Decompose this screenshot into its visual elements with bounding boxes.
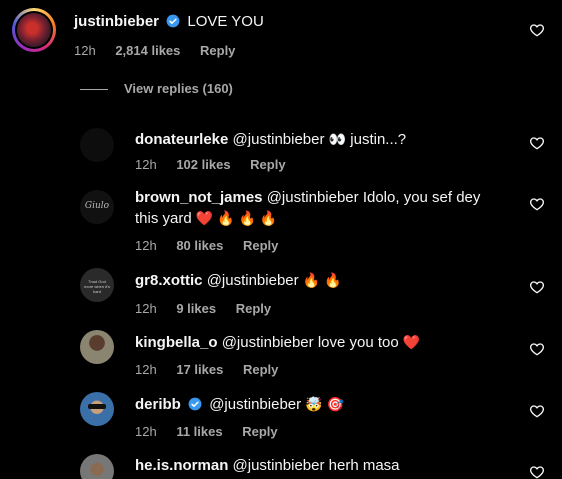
main-meta: 12h 2,814 likes Reply	[74, 43, 251, 59]
reply-text: deribb @justinbieber 🤯 🎯	[135, 394, 344, 415]
avatar[interactable]: Giulo	[80, 190, 114, 224]
reply-comment: Trust God more when it's hard gr8.xottic…	[0, 262, 562, 322]
heart-fire-emojis: ❤️ 🔥 🔥 🔥	[195, 210, 278, 226]
mention-link[interactable]: @justinbieber	[222, 334, 314, 351]
reply-button[interactable]: Reply	[243, 238, 278, 253]
main-username[interactable]: justinbieber	[74, 13, 159, 30]
mention-link[interactable]: @justinbieber	[267, 189, 359, 206]
reply-button[interactable]: Reply	[250, 157, 285, 172]
red-heart-emoji: ❤️	[402, 334, 421, 350]
mention-link[interactable]: @justinbieber	[209, 396, 301, 413]
reply-comment: deribb @justinbieber 🤯 🎯 12h 11 likes Re…	[0, 386, 562, 446]
main-comment: justinbieber LOVE YOU 12h 2,814 likes Re…	[0, 0, 562, 75]
reply-comment: he.is.norman @justinbieber herh masa	[0, 448, 562, 479]
verified-badge-icon	[166, 14, 180, 28]
reply-username[interactable]: he.is.norman	[135, 457, 228, 474]
reply-text: gr8.xottic @justinbieber 🔥 🔥	[135, 270, 342, 291]
mindblown-target-emojis: 🤯 🎯	[305, 396, 345, 412]
reply-text: donateurleke @justinbieber 👀 justin...?	[135, 131, 407, 148]
heart-outline-icon[interactable]	[529, 403, 545, 419]
reply-meta: 12h 102 likes Reply	[135, 157, 286, 172]
reply-comment: donateurleke @justinbieber 👀 justin...? …	[0, 120, 562, 180]
heart-outline-icon[interactable]	[529, 135, 545, 151]
heart-outline-icon[interactable]	[529, 279, 545, 295]
reply-text: he.is.norman @justinbieber herh masa	[135, 457, 400, 474]
reply-username[interactable]: brown_not_james	[135, 189, 263, 206]
heart-outline-icon[interactable]	[529, 464, 545, 479]
mention-link[interactable]: @justinbieber	[233, 457, 325, 474]
reply-username[interactable]: kingbella_o	[135, 334, 218, 351]
view-replies-button[interactable]: View replies (160)	[80, 81, 233, 96]
reply-meta: 12h 17 likes Reply	[135, 362, 279, 377]
reply-meta: 12h 9 likes Reply	[135, 301, 272, 316]
avatar[interactable]: Trust God more when it's hard	[80, 268, 114, 302]
heart-outline-icon[interactable]	[529, 341, 545, 357]
eyes-emoji: 👀	[328, 131, 347, 147]
avatar-text: Trust God more when it's hard	[84, 279, 110, 294]
avatar[interactable]	[80, 128, 114, 162]
avatar[interactable]	[80, 392, 114, 426]
reply-text-cont: this yard ❤️ 🔥 🔥 🔥	[135, 210, 278, 227]
likes-count[interactable]: 2,814 likes	[115, 43, 180, 58]
fire-emojis: 🔥 🔥	[302, 272, 342, 288]
reply-meta: 12h 80 likes Reply	[135, 238, 279, 253]
reply-username[interactable]: gr8.xottic	[135, 272, 203, 289]
mention-link[interactable]: @justinbieber	[233, 131, 325, 148]
heart-outline-icon[interactable]	[529, 22, 545, 38]
main-avatar[interactable]	[12, 8, 56, 52]
heart-outline-icon[interactable]	[529, 196, 545, 212]
avatar[interactable]	[80, 330, 114, 364]
reply-text: brown_not_james @justinbieber Idolo, you…	[135, 189, 481, 206]
mention-link[interactable]: @justinbieber	[207, 272, 299, 289]
divider-line	[80, 89, 108, 91]
avatar[interactable]	[80, 454, 114, 479]
reply-comment: kingbella_o @justinbieber love you too ❤…	[0, 324, 562, 384]
comment-time: 12h	[74, 43, 96, 58]
reply-text: kingbella_o @justinbieber love you too ❤…	[135, 334, 421, 351]
reply-button[interactable]: Reply	[200, 43, 235, 58]
reply-comment: Giulo brown_not_james @justinbieber Idol…	[0, 180, 562, 260]
main-comment-text: justinbieber LOVE YOU	[74, 13, 264, 30]
verified-badge-icon	[188, 397, 202, 411]
reply-button[interactable]: Reply	[243, 362, 278, 377]
reply-button[interactable]: Reply	[236, 301, 271, 316]
reply-username[interactable]: donateurleke	[135, 131, 228, 148]
reply-username[interactable]: deribb	[135, 396, 181, 413]
reply-meta: 12h 11 likes Reply	[135, 424, 278, 439]
reply-button[interactable]: Reply	[242, 424, 277, 439]
avatar-text: Giulo	[84, 201, 110, 211]
